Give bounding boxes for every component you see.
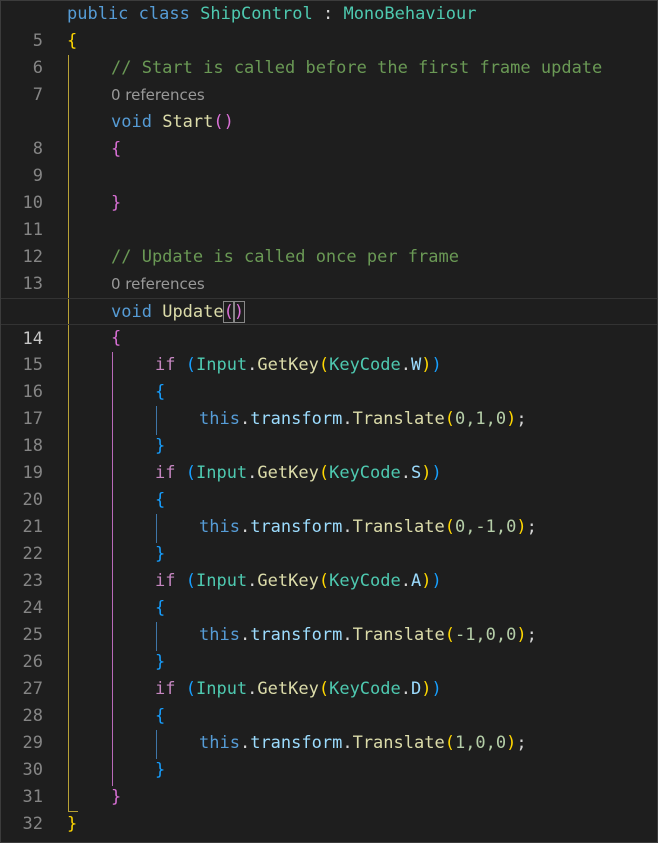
line-content: void Update() — [111, 301, 246, 323]
code-line[interactable]: 8 void Start() — [1, 109, 657, 159]
line-content: if (Input.GetKey(KeyCode.A)) — [155, 571, 442, 591]
codelens-references[interactable]: 0 references — [111, 271, 205, 298]
line-content: { — [155, 490, 166, 510]
code-line-current[interactable]: 14 void Update() — [1, 298, 657, 349]
line-content: { — [155, 382, 166, 402]
line-content: } — [111, 787, 122, 807]
line-content: { — [155, 706, 166, 726]
line-content: } — [155, 544, 166, 564]
code-line[interactable]: 19 } — [1, 433, 657, 483]
line-content: } — [111, 193, 122, 213]
code-line[interactable]: 9 { — [1, 136, 657, 186]
code-line[interactable]: 33 } — [1, 811, 657, 842]
line-content: if (Input.GetKey(KeyCode.D)) — [155, 679, 442, 699]
code-line[interactable]: 7 // Start is called before the first fr… — [1, 55, 657, 105]
code-line[interactable]: 11 } — [1, 190, 657, 240]
code-line[interactable]: 6 { — [1, 28, 657, 78]
code-line[interactable]: 31 } — [1, 757, 657, 807]
code-line[interactable]: 20 if (Input.GetKey(KeyCode.S)) — [1, 460, 657, 510]
code-line[interactable]: 13 // Update is called once per frame — [1, 244, 657, 294]
line-content: } — [155, 760, 166, 780]
line-number: 13 — [22, 274, 43, 294]
line-content: // Update is called once per frame — [111, 247, 459, 267]
line-content: if (Input.GetKey(KeyCode.W)) — [155, 355, 442, 375]
code-line[interactable]: 25 { — [1, 595, 657, 645]
line-content: void Start() — [111, 112, 234, 132]
line-content: this.transform.Translate(1,0,0); — [199, 733, 527, 753]
line-content: { — [155, 598, 166, 618]
bracket-match: ) — [232, 301, 246, 323]
code-line[interactable]: 24 if (Input.GetKey(KeyCode.A)) — [1, 568, 657, 618]
line-content: // Start is called before the first fram… — [111, 58, 603, 78]
line-content: this.transform.Translate(-1,0,0); — [199, 625, 537, 645]
line-content: this.transform.Translate(0,-1,0); — [199, 517, 537, 537]
bracket-match: ( — [222, 301, 235, 323]
code-line[interactable]: 22 this.transform.Translate(0,-1,0); — [1, 514, 657, 564]
line-content: { — [111, 328, 122, 348]
line-content: { — [111, 139, 122, 159]
line-content: } — [155, 652, 166, 672]
line-content: { — [67, 31, 78, 51]
line-content: public class ShipControl : MonoBehaviour — [67, 4, 477, 24]
line-content: } — [67, 814, 78, 834]
code-line[interactable]: 29 { — [1, 703, 657, 753]
code-line[interactable]: 15 { — [1, 325, 657, 375]
line-number: 33 — [1, 838, 43, 842]
line-content: this.transform.Translate(0,1,0); — [199, 409, 527, 429]
code-line[interactable]: 16 if (Input.GetKey(KeyCode.W)) — [1, 352, 657, 402]
code-line[interactable]: 23 } — [1, 541, 657, 591]
code-line[interactable]: 17 { — [1, 379, 657, 429]
code-editor[interactable]: 5 public class ShipControl : MonoBehavio… — [0, 0, 658, 843]
code-line[interactable]: 18 this.transform.Translate(0,1,0); — [1, 406, 657, 456]
code-line[interactable]: 30 this.transform.Translate(1,0,0); — [1, 730, 657, 780]
code-line[interactable]: 21 { — [1, 487, 657, 537]
codelens-references[interactable]: 0 references — [111, 82, 205, 109]
code-line[interactable]: 27 } — [1, 649, 657, 699]
line-content: if (Input.GetKey(KeyCode.S)) — [155, 463, 442, 483]
code-line[interactable]: 5 public class ShipControl : MonoBehavio… — [1, 1, 657, 51]
code-line[interactable]: 12 — [1, 217, 657, 267]
code-line[interactable]: 26 this.transform.Translate(-1,0,0); — [1, 622, 657, 672]
line-number: 7 — [32, 85, 43, 105]
code-line[interactable]: 32 } — [1, 784, 657, 834]
code-line[interactable]: 28 if (Input.GetKey(KeyCode.D)) — [1, 676, 657, 726]
code-line[interactable]: 10 — [1, 163, 657, 213]
line-content: } — [155, 436, 166, 456]
